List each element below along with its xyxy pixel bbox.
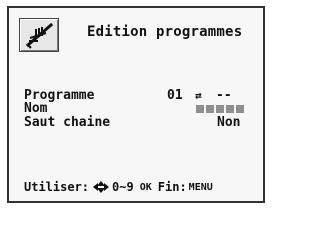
name-block: [236, 105, 244, 113]
swap-arrow-icon: ⇄: [195, 89, 202, 102]
name-block: [196, 105, 204, 113]
screen-title: Edition programmes: [87, 24, 243, 40]
footer-help: Utiliser: 0~9 OK Fin: MENU: [24, 180, 213, 194]
navigation-arrows-icon: [93, 181, 110, 193]
name-label: Nom: [24, 101, 48, 116]
name-block: [216, 105, 224, 113]
skip-label: Saut chaine: [24, 115, 111, 130]
programming-icon: [19, 18, 59, 52]
end-label: Fin:: [157, 180, 187, 194]
menu-label: MENU: [188, 181, 213, 193]
range-label: 0~9: [112, 180, 134, 194]
programme-placeholder: --: [216, 88, 232, 103]
name-block: [226, 105, 234, 113]
tv-osd-panel: Edition programmes Programme 01 ⇄ -- Nom…: [7, 6, 265, 203]
skip-value: Non: [217, 115, 241, 130]
name-block: [206, 105, 214, 113]
name-blocks: [196, 105, 244, 113]
programme-number: 01: [167, 88, 183, 103]
ok-label: OK: [139, 181, 152, 193]
use-label: Utiliser:: [24, 180, 90, 194]
